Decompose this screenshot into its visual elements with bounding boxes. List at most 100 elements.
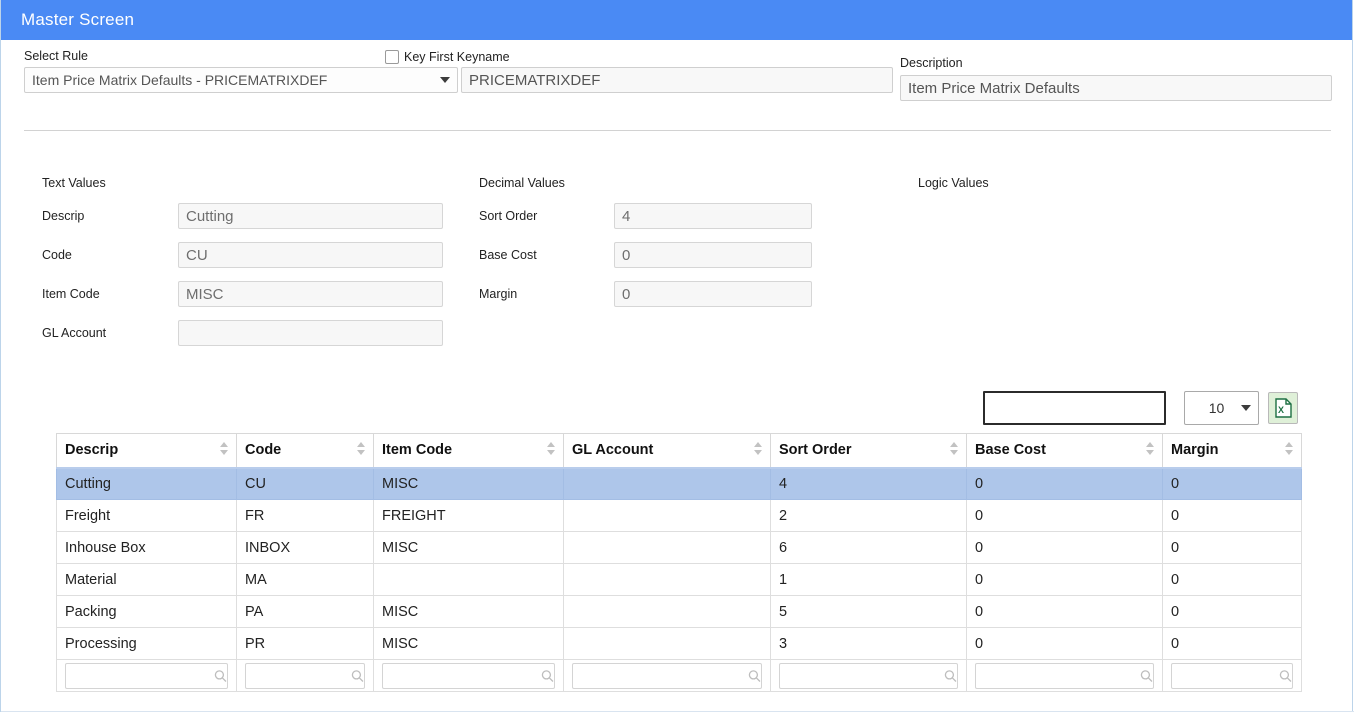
cell-item-code: MISC [374, 628, 564, 660]
excel-export-icon: X [1275, 398, 1292, 418]
sort-arrows-icon[interactable] [220, 442, 229, 458]
item-code-input[interactable] [178, 281, 443, 307]
cell-base-cost: 0 [967, 596, 1163, 628]
filter-cell-sort-order [771, 660, 967, 692]
descrip-input[interactable] [178, 203, 443, 229]
master-screen-page: Master Screen Select Rule Item Price Mat… [0, 0, 1353, 712]
column-label: Code [245, 442, 281, 458]
svg-text:X: X [1277, 405, 1283, 415]
description-label: Description [900, 56, 1332, 70]
description-group: Description [900, 56, 1332, 101]
filter-input-margin[interactable] [1171, 663, 1293, 689]
column-header-margin[interactable]: Margin [1163, 434, 1302, 468]
cell-descrip: Processing [57, 628, 237, 660]
page-size-select[interactable]: 10 [1184, 391, 1259, 425]
cell-sort-order: 4 [771, 468, 967, 500]
column-header-item-code[interactable]: Item Code [374, 434, 564, 468]
cell-gl-account [564, 596, 771, 628]
text-values-title: Text Values [42, 176, 443, 190]
key-first-keyname-label: Key First Keyname [404, 50, 510, 64]
filter-input-base-cost[interactable] [975, 663, 1154, 689]
column-label: GL Account [572, 442, 653, 458]
column-header-sort-order[interactable]: Sort Order [771, 434, 967, 468]
field-gl-account: GL Account [42, 320, 443, 346]
table-row[interactable]: Inhouse Box INBOX MISC 6 0 0 [57, 532, 1302, 564]
sort-order-label: Sort Order [479, 209, 614, 223]
sort-arrows-icon[interactable] [1285, 442, 1294, 458]
filter-input-code[interactable] [245, 663, 365, 689]
cell-base-cost: 0 [967, 532, 1163, 564]
item-code-label: Item Code [42, 287, 178, 301]
sort-arrows-icon[interactable] [950, 442, 959, 458]
table-row[interactable]: Packing PA MISC 5 0 0 [57, 596, 1302, 628]
window-title-bar: Master Screen [1, 0, 1352, 40]
description-input[interactable] [900, 75, 1332, 101]
margin-label: Margin [479, 287, 614, 301]
sort-arrows-icon[interactable] [1146, 442, 1155, 458]
cell-gl-account [564, 468, 771, 500]
column-header-descrip[interactable]: Descrip [57, 434, 237, 468]
cell-sort-order: 3 [771, 628, 967, 660]
sort-arrows-icon[interactable] [547, 442, 556, 458]
cell-code: FR [237, 500, 374, 532]
keyname-group [458, 67, 893, 93]
key-first-keyname-checkbox[interactable] [385, 50, 399, 64]
decimal-values-title: Decimal Values [479, 176, 812, 190]
table-row[interactable]: Cutting CU MISC 4 0 0 [57, 468, 1302, 500]
column-header-code[interactable]: Code [237, 434, 374, 468]
page-title: Master Screen [21, 10, 134, 30]
margin-input[interactable] [614, 281, 812, 307]
field-code: Code [42, 242, 443, 268]
filter-cell-base-cost [967, 660, 1163, 692]
cell-margin: 0 [1163, 468, 1302, 500]
filter-cell-item-code [374, 660, 564, 692]
sort-arrows-icon[interactable] [754, 442, 763, 458]
table-header-row: Descrip Code Item Code GL Account [57, 434, 1302, 468]
data-grid: Descrip Code Item Code GL Account [56, 433, 1301, 692]
cell-descrip: Inhouse Box [57, 532, 237, 564]
cell-item-code: MISC [374, 532, 564, 564]
column-header-base-cost[interactable]: Base Cost [967, 434, 1163, 468]
page-size-wrapper: 10 [1166, 391, 1259, 425]
field-base-cost: Base Cost [479, 242, 812, 268]
sort-arrows-icon[interactable] [357, 442, 366, 458]
cell-sort-order: 5 [771, 596, 967, 628]
excel-export-button[interactable]: X [1268, 392, 1298, 424]
code-input[interactable] [178, 242, 443, 268]
cell-base-cost: 0 [967, 500, 1163, 532]
table-row[interactable]: Freight FR FREIGHT 2 0 0 [57, 500, 1302, 532]
table-search-input[interactable] [983, 391, 1166, 425]
code-label: Code [42, 248, 178, 262]
cell-margin: 0 [1163, 532, 1302, 564]
filter-input-sort-order[interactable] [779, 663, 958, 689]
cell-code: INBOX [237, 532, 374, 564]
cell-descrip: Material [57, 564, 237, 596]
keyname-input[interactable] [461, 67, 893, 93]
select-rule-dropdown[interactable]: Item Price Matrix Defaults - PRICEMATRIX… [24, 67, 458, 93]
cell-base-cost: 0 [967, 468, 1163, 500]
logic-values-title: Logic Values [918, 176, 989, 190]
cell-margin: 0 [1163, 564, 1302, 596]
cell-item-code: MISC [374, 468, 564, 500]
cell-code: PR [237, 628, 374, 660]
key-first-keyname-row[interactable]: Key First Keyname [385, 50, 510, 64]
sort-order-input[interactable] [614, 203, 812, 229]
cell-item-code: FREIGHT [374, 500, 564, 532]
logic-values-panel: Logic Values [918, 176, 989, 190]
cell-sort-order: 6 [771, 532, 967, 564]
column-label: Descrip [65, 442, 118, 458]
cell-gl-account [564, 500, 771, 532]
cell-gl-account [564, 564, 771, 596]
field-descrip: Descrip [42, 203, 443, 229]
filter-input-descrip[interactable] [65, 663, 228, 689]
column-header-gl-account[interactable]: GL Account [564, 434, 771, 468]
filter-cell-descrip [57, 660, 237, 692]
cell-sort-order: 1 [771, 564, 967, 596]
gl-account-input[interactable] [178, 320, 443, 346]
filter-input-gl-account[interactable] [572, 663, 762, 689]
filter-input-item-code[interactable] [382, 663, 555, 689]
table-row[interactable]: Processing PR MISC 3 0 0 [57, 628, 1302, 660]
column-label: Margin [1171, 442, 1219, 458]
table-row[interactable]: Material MA 1 0 0 [57, 564, 1302, 596]
base-cost-input[interactable] [614, 242, 812, 268]
